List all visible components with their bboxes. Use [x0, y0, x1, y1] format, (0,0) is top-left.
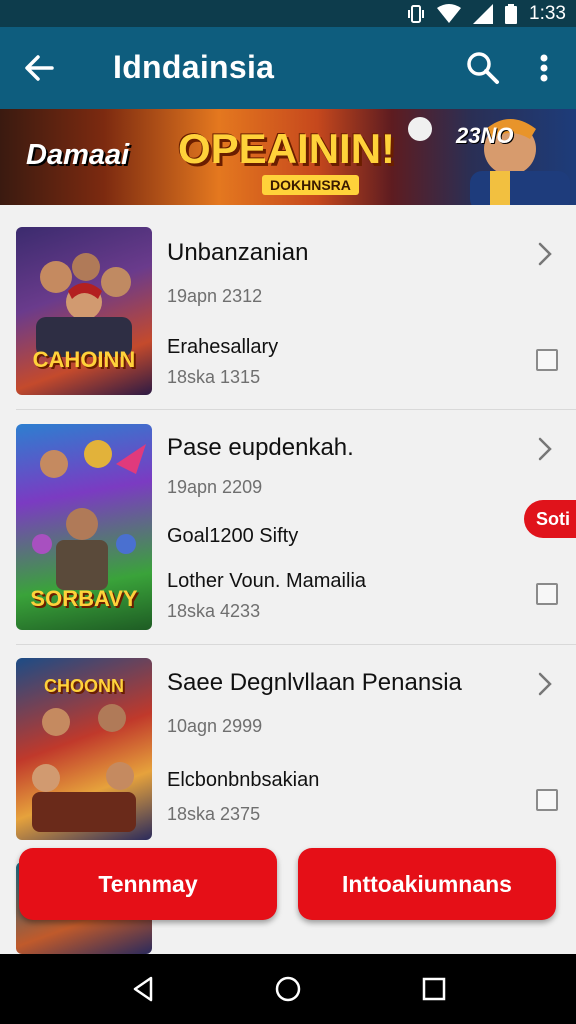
- banner-right-text: 23NO: [456, 123, 514, 148]
- item-subtitle: Erahesallary: [167, 336, 279, 358]
- item-number: 18ska 4233: [167, 601, 261, 621]
- item-date: 10agn 2999: [167, 716, 263, 736]
- back-arrow-icon[interactable]: [20, 49, 58, 87]
- game-thumbnail: CHOONN: [16, 658, 152, 840]
- right-action-button[interactable]: Inttoakiumnans: [298, 848, 556, 920]
- recents-square-icon[interactable]: [419, 974, 449, 1004]
- banner-logo: OPEAININ!: [178, 125, 396, 172]
- banner-logo-subtitle: DOKHNSRA: [262, 175, 359, 195]
- item-title: Unbanzanian: [167, 239, 309, 266]
- wifi-icon: [437, 3, 462, 23]
- page-title: Idndainsia: [113, 49, 275, 85]
- more-vert-icon[interactable]: [530, 49, 558, 87]
- back-triangle-icon[interactable]: [129, 974, 159, 1004]
- item-checkbox[interactable]: [536, 583, 558, 605]
- status-time: 1:33: [529, 2, 566, 24]
- thumbnail-title: SORBAVY: [30, 586, 138, 611]
- thumbnail-title: CAHOINN: [32, 347, 136, 372]
- status-bar: 1:33: [0, 0, 576, 27]
- item-subtitle-2: Lother Voun. Mamailia: [167, 570, 367, 592]
- system-nav-bar: [0, 954, 576, 1024]
- list-item[interactable]: CAHOINN Unbanzanian 19apn 2312 Erahesall…: [0, 209, 576, 409]
- thumbnail-title: CHOONN: [44, 676, 124, 696]
- side-tag-button[interactable]: Soti: [524, 500, 576, 538]
- item-number: 18ska 2375: [167, 804, 261, 824]
- item-checkbox[interactable]: [536, 789, 558, 811]
- list-item[interactable]: SORBAVY Pase eupdenkah. 19apn 2209 Goal1…: [0, 410, 576, 644]
- banner-left-text: Damaai: [26, 139, 130, 171]
- item-date: 19apn 2312: [167, 286, 263, 306]
- item-date: 19apn 2209: [167, 477, 263, 497]
- game-thumbnail: SORBAVY: [16, 424, 152, 630]
- promo-banner[interactable]: Damaai OPEAININ! DOKHNSRA 23NO: [0, 109, 576, 205]
- chevron-right-icon[interactable]: [534, 239, 556, 269]
- item-title: Saee Degnlvllaan Penansia: [167, 669, 462, 696]
- item-subtitle: Goal1200 Sifty: [167, 525, 299, 547]
- app-bar: Idndainsia: [0, 27, 576, 109]
- game-thumbnail: CAHOINN: [16, 227, 152, 395]
- item-title: Pase eupdenkah.: [167, 434, 354, 461]
- left-action-button[interactable]: Tennmay: [19, 848, 277, 920]
- signal-icon: [473, 3, 494, 24]
- item-number: 18ska 1315: [167, 367, 261, 387]
- item-subtitle: Elcbonbnbsakian: [167, 769, 320, 791]
- battery-icon: [505, 3, 518, 24]
- list-item[interactable]: CHOONN Saee Degnlvllaan Penansia 10agn 2…: [0, 645, 576, 855]
- search-icon[interactable]: [464, 49, 502, 87]
- vibrate-icon: [408, 4, 425, 23]
- chevron-right-icon[interactable]: [534, 669, 556, 699]
- home-circle-icon[interactable]: [273, 974, 303, 1004]
- item-checkbox[interactable]: [536, 349, 558, 371]
- chevron-right-icon[interactable]: [534, 434, 556, 464]
